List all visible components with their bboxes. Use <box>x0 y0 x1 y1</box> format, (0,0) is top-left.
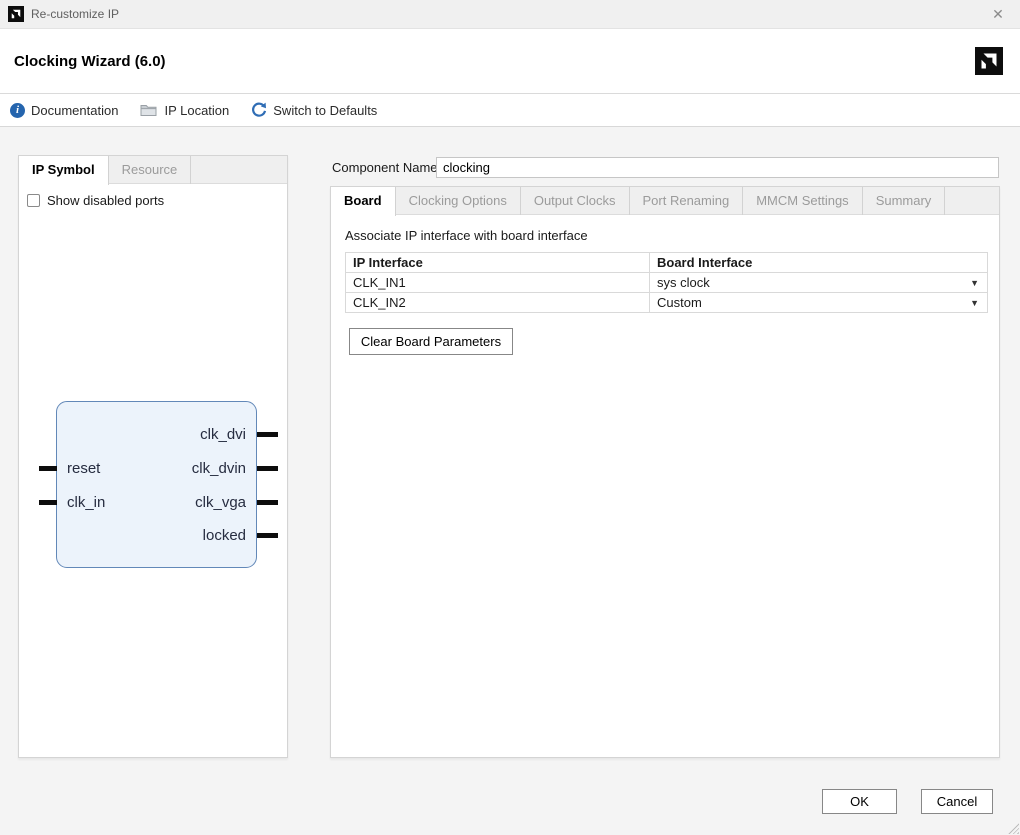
show-disabled-ports-row[interactable]: Show disabled ports <box>27 193 287 208</box>
left-tabstrip: IP Symbol Resource <box>19 156 287 184</box>
ip-symbol-panel: IP Symbol Resource Show disabled ports r… <box>18 155 288 758</box>
dialog-content: IP Symbol Resource Show disabled ports r… <box>0 128 1020 835</box>
port-stub-clk-in <box>39 500 57 505</box>
associate-caption: Associate IP interface with board interf… <box>345 228 999 243</box>
table-row: CLK_IN2 Custom ▼ <box>346 293 988 313</box>
port-stub-clk-dvi <box>257 432 278 437</box>
port-clk-dvi: clk_dvi <box>200 426 246 443</box>
dialog-header: Clocking Wizard (6.0) <box>0 29 1020 94</box>
port-stub-reset <box>39 466 57 471</box>
ip-interface-clk-in1: CLK_IN1 <box>346 273 650 293</box>
component-name-label: Component Name <box>332 157 438 178</box>
tab-output-clocks[interactable]: Output Clocks <box>521 187 630 215</box>
board-interface-select-clk-in1[interactable]: sys clock ▼ <box>650 273 988 293</box>
ip-interface-clk-in2: CLK_IN2 <box>346 293 650 313</box>
switch-to-defaults-label: Switch to Defaults <box>273 103 377 118</box>
ip-location-label: IP Location <box>164 103 229 118</box>
port-stub-clk-vga <box>257 500 278 505</box>
table-row: CLK_IN1 sys clock ▼ <box>346 273 988 293</box>
tab-summary[interactable]: Summary <box>863 187 946 215</box>
tab-port-renaming[interactable]: Port Renaming <box>630 187 744 215</box>
amd-logo-icon <box>8 6 24 22</box>
title-bar: Re-customize IP ✕ <box>0 0 1020 29</box>
ip-symbol-diagram: reset clk_in clk_dvi clk_dvin clk_vga lo… <box>56 401 257 568</box>
tab-ip-symbol[interactable]: IP Symbol <box>19 156 109 185</box>
cancel-button[interactable]: Cancel <box>921 789 993 814</box>
show-disabled-ports-label: Show disabled ports <box>47 193 164 208</box>
port-clk-dvin: clk_dvin <box>192 460 246 477</box>
ip-location-button[interactable]: IP Location <box>140 103 229 118</box>
port-locked: locked <box>203 527 246 544</box>
info-icon: i <box>10 103 25 118</box>
port-clk-vga: clk_vga <box>195 494 246 511</box>
documentation-label: Documentation <box>31 103 118 118</box>
tab-clocking-options[interactable]: Clocking Options <box>396 187 521 215</box>
switch-to-defaults-button[interactable]: Switch to Defaults <box>251 102 377 118</box>
table-header-row: IP Interface Board Interface <box>346 253 988 273</box>
ok-button[interactable]: OK <box>822 789 897 814</box>
board-interface-table: IP Interface Board Interface CLK_IN1 sys… <box>345 252 988 313</box>
board-tab-panel: Board Clocking Options Output Clocks Por… <box>330 186 1000 758</box>
component-name-input[interactable] <box>436 157 999 178</box>
column-header-board-interface: Board Interface <box>650 253 988 273</box>
documentation-button[interactable]: i Documentation <box>10 103 118 118</box>
amd-logo <box>975 47 1003 75</box>
folder-icon <box>140 103 158 117</box>
board-interface-value: Custom <box>657 295 702 310</box>
chevron-down-icon: ▼ <box>970 278 979 288</box>
port-reset: reset <box>67 460 100 477</box>
tab-mmcm-settings[interactable]: MMCM Settings <box>743 187 862 215</box>
port-stub-locked <box>257 533 278 538</box>
show-disabled-ports-checkbox[interactable] <box>27 194 40 207</box>
board-interface-value: sys clock <box>657 275 710 290</box>
toolbar: i Documentation IP Location Switch to De… <box>0 94 1020 127</box>
column-header-ip-interface: IP Interface <box>346 253 650 273</box>
window-title: Re-customize IP <box>31 7 984 21</box>
board-interface-select-clk-in2[interactable]: Custom ▼ <box>650 293 988 313</box>
chevron-down-icon: ▼ <box>970 298 979 308</box>
port-clk-in: clk_in <box>67 494 105 511</box>
port-stub-clk-dvin <box>257 466 278 471</box>
clear-board-parameters-button[interactable]: Clear Board Parameters <box>349 328 513 355</box>
main-tabstrip: Board Clocking Options Output Clocks Por… <box>331 187 999 215</box>
page-title: Clocking Wizard (6.0) <box>14 53 975 70</box>
refresh-icon <box>251 102 267 118</box>
close-icon[interactable]: ✕ <box>984 3 1012 25</box>
tab-board[interactable]: Board <box>331 187 396 216</box>
tab-resource[interactable]: Resource <box>109 156 192 184</box>
